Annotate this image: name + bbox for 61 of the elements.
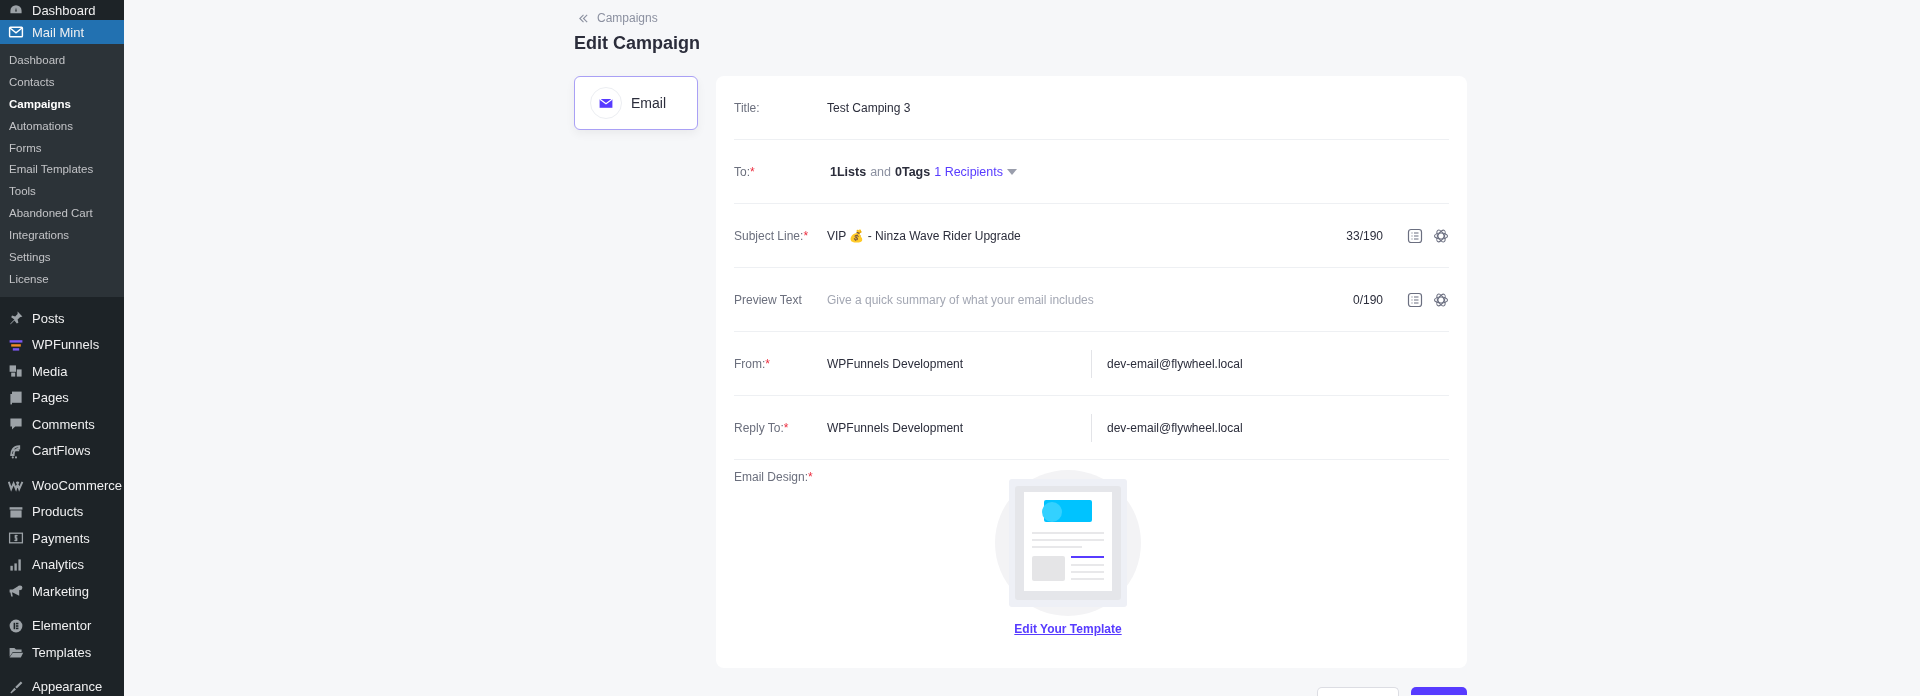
menu-item[interactable]: Mail Mint <box>0 20 124 44</box>
submenu-item[interactable]: Contacts <box>0 71 124 94</box>
submenu-item[interactable]: Abandoned Cart <box>0 203 124 226</box>
menu-item[interactable]: Dashboard <box>0 0 124 20</box>
edit-template-link[interactable]: Edit Your Template <box>1014 622 1122 636</box>
field-label: Subject Line:* <box>734 228 810 243</box>
pages-icon <box>8 389 24 406</box>
envelope-icon <box>8 24 24 40</box>
email-field[interactable]: dev-email@flywheel.local <box>1107 356 1243 371</box>
submenu-item[interactable]: Forms <box>0 137 124 160</box>
field-label: To:* <box>734 164 756 179</box>
submenu-item[interactable]: Settings <box>0 247 124 269</box>
list-icon[interactable] <box>1407 227 1423 244</box>
email-field[interactable]: dev-email@flywheel.local <box>1107 420 1243 435</box>
list-icon[interactable] <box>1407 291 1423 308</box>
name-field[interactable]: WPFunnels Development <box>827 420 1091 435</box>
submenu-item[interactable]: Campaigns <box>0 93 124 116</box>
pin-icon <box>8 310 24 327</box>
menu-item[interactable]: Elementor <box>0 612 124 639</box>
double-chevron-icon <box>578 12 589 24</box>
menu-item[interactable]: Comments <box>0 410 124 438</box>
primary-button[interactable] <box>1411 687 1467 695</box>
field-label: Preview Text <box>734 292 803 307</box>
megaphone-icon <box>8 583 24 600</box>
e-logo-icon <box>8 617 24 634</box>
menu-item[interactable]: Products <box>0 498 124 525</box>
knot-icon[interactable] <box>1433 227 1449 244</box>
menu-item[interactable]: WooCommerce <box>0 471 124 499</box>
knot-icon[interactable] <box>1433 291 1449 308</box>
name-field[interactable]: WPFunnels Development <box>827 356 1091 371</box>
submenu-item[interactable]: License <box>0 268 124 291</box>
menu-item[interactable]: Media <box>0 357 124 385</box>
menu-item[interactable]: Posts <box>0 304 124 332</box>
field-label: From:* <box>734 356 771 371</box>
field-label: Reply To:* <box>734 420 790 435</box>
caret-icon <box>1007 168 1017 175</box>
menu-item[interactable]: WPFunnels <box>0 331 124 358</box>
submenu-item[interactable]: Dashboard <box>0 50 124 72</box>
char-count: 0/190 <box>1352 292 1383 307</box>
title-field[interactable]: Test Camping 3 <box>827 100 911 115</box>
submenu-item[interactable]: Email Templates <box>0 159 124 182</box>
text-field[interactable]: Give a quick summary of what your email includes <box>827 292 1343 307</box>
menu-item[interactable]: Templates <box>0 638 124 666</box>
menu-item[interactable]: Payments <box>0 524 124 552</box>
field-label: Email Design:* <box>734 470 814 484</box>
text-field[interactable]: VIP 💰 - Ninza Wave Rider Upgrade <box>827 228 1337 243</box>
submenu-item[interactable]: Tools <box>0 181 124 204</box>
media-icon <box>8 363 24 380</box>
menu-item[interactable]: Analytics <box>0 551 124 578</box>
menu-item[interactable]: Pages <box>0 384 124 411</box>
char-count: 33/190 <box>1346 228 1383 243</box>
bar-chart-icon <box>8 556 24 573</box>
recipients-selector[interactable]: 1Lists and 0Tags 1 Recipients <box>827 164 1017 179</box>
menu-item[interactable]: CartFlows <box>0 437 124 464</box>
menu-item[interactable]: Marketing <box>0 577 124 605</box>
field-label: Title: <box>734 100 761 115</box>
page-title: Edit Campaign <box>574 33 700 54</box>
submenu-item[interactable]: Integrations <box>0 225 124 247</box>
channel-tab[interactable]: Email <box>574 76 698 130</box>
submenu-item[interactable]: Automations <box>0 115 124 138</box>
menu-item[interactable]: Appearance <box>0 673 124 696</box>
